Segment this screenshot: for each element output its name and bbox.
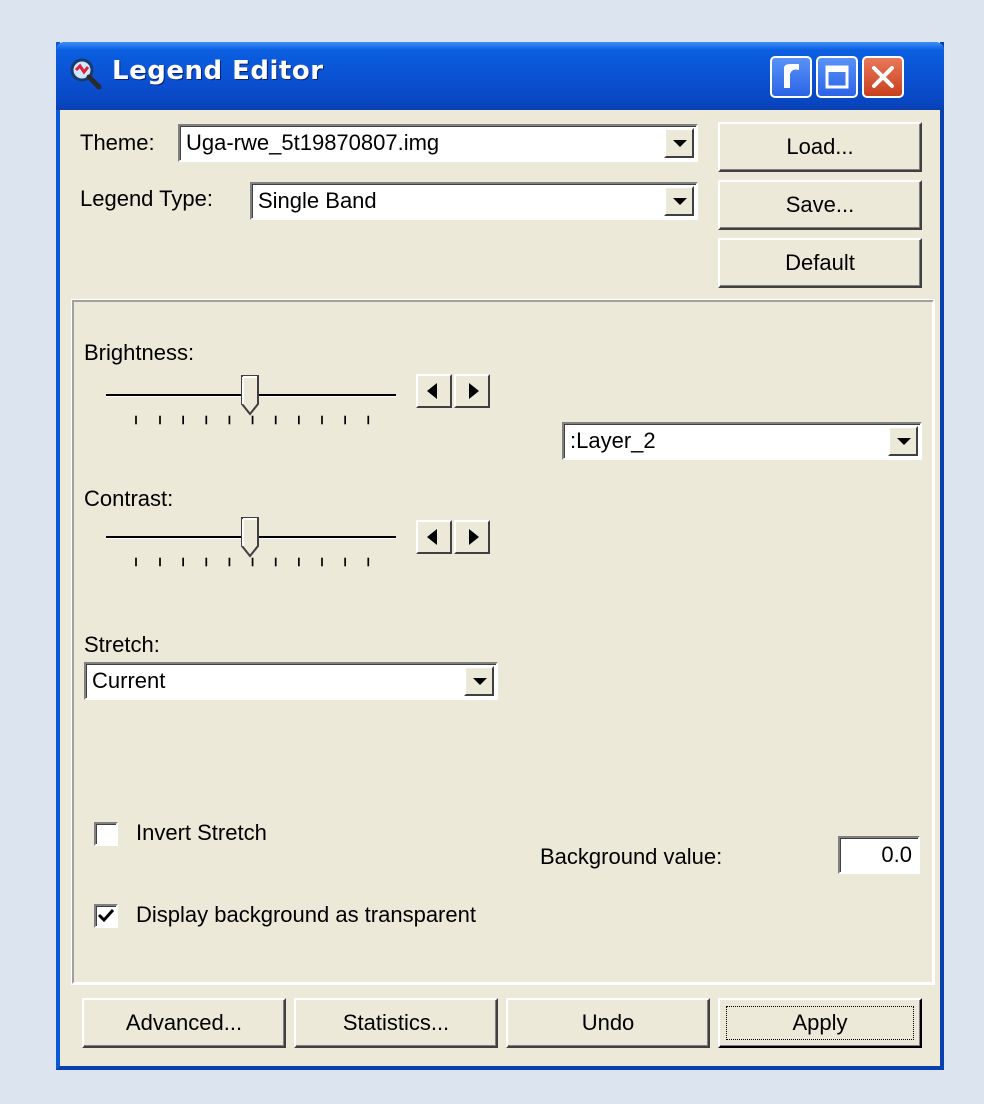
- default-button-label: Default: [785, 250, 855, 275]
- invert-stretch-checkbox[interactable]: [94, 822, 118, 846]
- transparent-background-checkbox[interactable]: [94, 904, 118, 928]
- legend-editor-window: Legend Editor Theme: Uga-rwe_5t19870807.…: [56, 42, 944, 1070]
- save-button[interactable]: Save...: [718, 180, 922, 230]
- checkmark-icon: [97, 908, 115, 923]
- save-button-label: Save...: [785, 192, 855, 217]
- brightness-increase-button[interactable]: [454, 374, 490, 408]
- stretch-panel: Brightness: :Layer_2 Contrast: Stretch: …: [71, 299, 935, 985]
- undo-button-label: Undo: [581, 1010, 635, 1035]
- load-button-label: Load...: [786, 134, 854, 159]
- slider-thumb[interactable]: [240, 374, 262, 418]
- contrast-slider[interactable]: [106, 516, 406, 576]
- stretch-value: Current: [92, 668, 166, 693]
- stretch-label: Stretch:: [84, 632, 160, 657]
- title-bar[interactable]: Legend Editor: [56, 42, 944, 110]
- transparent-background-label[interactable]: Display background as transparent: [136, 902, 476, 928]
- legend-type-dropdown[interactable]: Single Band: [250, 182, 698, 220]
- theme-dropdown[interactable]: Uga-rwe_5t19870807.img: [178, 124, 698, 162]
- chevron-down-icon[interactable]: [888, 426, 918, 456]
- brightness-label: Brightness:: [84, 340, 195, 365]
- brightness-decrease-button[interactable]: [416, 374, 452, 408]
- legend-editor-app-icon: [70, 58, 102, 90]
- statistics-button[interactable]: Statistics...: [294, 998, 498, 1048]
- chevron-down-icon[interactable]: [464, 666, 494, 696]
- invert-stretch-label[interactable]: Invert Stretch: [136, 820, 267, 846]
- slider-ticks: [135, 557, 370, 567]
- background-value-label: Background value:: [540, 844, 723, 869]
- maximize-icon: [825, 65, 849, 89]
- layer-value: :Layer_2: [570, 428, 656, 453]
- apply-button-label: Apply: [792, 1010, 848, 1035]
- contrast-increase-button[interactable]: [454, 520, 490, 554]
- slider-ticks: [135, 415, 370, 425]
- load-button[interactable]: Load...: [718, 122, 922, 172]
- background-value-field[interactable]: 0.0: [838, 836, 920, 874]
- stretch-dropdown[interactable]: Current: [84, 662, 498, 700]
- slider-thumb[interactable]: [240, 516, 262, 560]
- window-title: Legend Editor: [112, 56, 324, 86]
- help-title-button[interactable]: [770, 56, 812, 98]
- advanced-button[interactable]: Advanced...: [82, 998, 286, 1048]
- statistics-button-label: Statistics...: [342, 1010, 450, 1035]
- contrast-label: Contrast:: [84, 486, 174, 511]
- theme-value: Uga-rwe_5t19870807.img: [186, 130, 440, 155]
- contrast-decrease-button[interactable]: [416, 520, 452, 554]
- theme-label: Theme:: [80, 130, 155, 155]
- chevron-down-icon[interactable]: [664, 186, 694, 216]
- brightness-slider[interactable]: [106, 374, 406, 434]
- maximize-button[interactable]: [816, 56, 858, 98]
- close-icon: [872, 66, 894, 88]
- legend-type-label: Legend Type:: [80, 186, 213, 211]
- layer-dropdown[interactable]: :Layer_2: [562, 422, 922, 460]
- help-icon: [784, 64, 799, 88]
- apply-button[interactable]: Apply: [718, 998, 922, 1048]
- default-button[interactable]: Default: [718, 238, 922, 288]
- advanced-button-label: Advanced...: [125, 1010, 243, 1035]
- legend-type-value: Single Band: [258, 188, 377, 213]
- chevron-down-icon[interactable]: [664, 128, 694, 158]
- close-button[interactable]: [862, 56, 904, 98]
- undo-button[interactable]: Undo: [506, 998, 710, 1048]
